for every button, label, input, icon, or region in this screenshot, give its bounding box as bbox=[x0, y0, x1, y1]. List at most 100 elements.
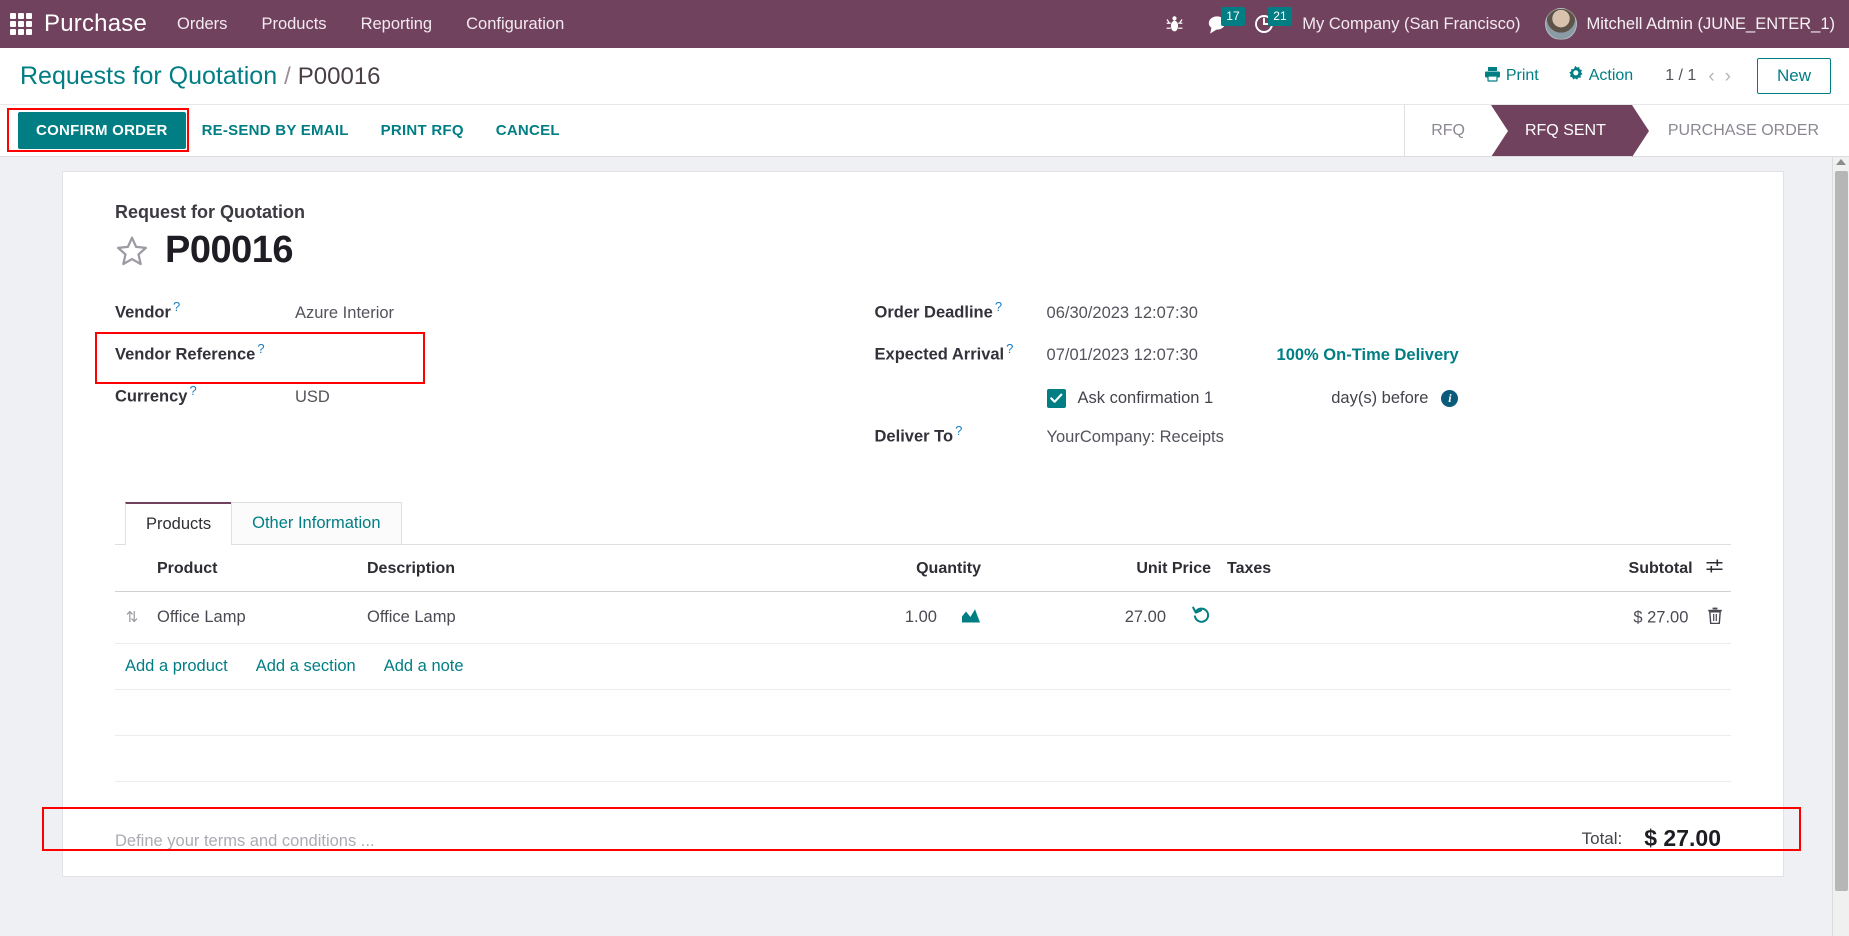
record-title-row: P00016 bbox=[115, 229, 1731, 272]
th-subtotal: Subtotal bbox=[1449, 545, 1731, 592]
chevron-right-icon[interactable]: › bbox=[1725, 67, 1731, 86]
field-vendor-reference-label: Vendor Reference? bbox=[115, 341, 265, 364]
tab-products[interactable]: Products bbox=[125, 502, 233, 545]
totals-block: Total: $ 27.00 bbox=[1341, 808, 1731, 852]
scroll-up-arrow-icon[interactable] bbox=[1836, 159, 1846, 165]
scrollbar-thumb[interactable] bbox=[1835, 171, 1848, 891]
apps-grid-icon[interactable] bbox=[10, 13, 32, 35]
row-drag-handle-cell[interactable]: ⇅ bbox=[115, 591, 149, 644]
menu-item-configuration[interactable]: Configuration bbox=[466, 11, 564, 38]
th-product[interactable]: Product bbox=[149, 545, 359, 592]
th-taxes[interactable]: Taxes bbox=[1219, 545, 1449, 592]
drag-handle-icon[interactable]: ⇅ bbox=[123, 610, 141, 625]
th-description[interactable]: Description bbox=[359, 545, 689, 592]
menu-item-orders[interactable]: Orders bbox=[177, 11, 227, 38]
field-expected-arrival: Expected Arrival? 07/01/2023 12:07:30 10… bbox=[875, 336, 1731, 378]
terms-and-conditions-input[interactable]: Define your terms and conditions ... bbox=[115, 808, 1341, 851]
breadcrumb-parent-link[interactable]: Requests for Quotation bbox=[20, 62, 277, 91]
field-vendor-reference: Vendor Reference? bbox=[115, 336, 875, 378]
order-lines-body: ⇅ Office Lamp Office Lamp 1.00 27.00 $ 2… bbox=[115, 591, 1731, 644]
print-menu-button[interactable]: Print bbox=[1470, 61, 1553, 92]
confirm-order-button[interactable]: CONFIRM ORDER bbox=[18, 112, 186, 149]
days-before-label: day(s) before bbox=[1331, 388, 1429, 407]
vertical-scrollbar[interactable] bbox=[1832, 157, 1849, 936]
action-label: Action bbox=[1588, 67, 1634, 84]
add-a-note-link[interactable]: Add a note bbox=[384, 657, 464, 676]
cell-taxes[interactable] bbox=[1219, 591, 1449, 644]
th-subtotal-label: Subtotal bbox=[1628, 560, 1693, 578]
field-order-deadline-value[interactable]: 06/30/2023 12:07:30 bbox=[1047, 304, 1277, 323]
cell-quantity[interactable]: 1.00 bbox=[689, 591, 989, 644]
footer-area: Define your terms and conditions ... Tot… bbox=[115, 808, 1731, 852]
total-row: Total: $ 27.00 bbox=[1341, 808, 1731, 852]
form-left-column: Vendor? Azure Interior Vendor Reference?… bbox=[95, 294, 875, 460]
th-unit-price[interactable]: Unit Price bbox=[989, 545, 1219, 592]
add-row-links: Add a product Add a section Add a note bbox=[115, 644, 1731, 690]
quantity-value: 1.00 bbox=[904, 608, 937, 626]
spacer-row-2 bbox=[115, 736, 1731, 782]
cancel-button[interactable]: CANCEL bbox=[480, 113, 576, 148]
menu-item-products[interactable]: Products bbox=[261, 11, 326, 38]
messages-button[interactable]: 17 bbox=[1195, 0, 1245, 48]
table-row[interactable]: ⇅ Office Lamp Office Lamp 1.00 27.00 $ 2… bbox=[115, 591, 1731, 644]
re-send-by-email-button[interactable]: RE-SEND BY EMAIL bbox=[186, 113, 365, 148]
on-time-delivery-badge[interactable]: 100% On-Time Delivery bbox=[1277, 346, 1459, 365]
form-sheet: Request for Quotation P00016 Vendor? Azu… bbox=[62, 171, 1784, 877]
field-deliver-to-value[interactable]: YourCompany: Receipts bbox=[1047, 428, 1277, 447]
field-expected-arrival-value[interactable]: 07/01/2023 12:07:30 bbox=[1047, 346, 1277, 365]
record-pager: 1 / 1 ‹ › bbox=[1647, 67, 1745, 86]
menu-item-reporting[interactable]: Reporting bbox=[361, 11, 433, 38]
info-icon[interactable]: i bbox=[1441, 389, 1459, 407]
add-a-product-link[interactable]: Add a product bbox=[125, 657, 228, 676]
cell-description[interactable]: Office Lamp bbox=[359, 591, 689, 644]
field-deliver-to: Deliver To? YourCompany: Receipts bbox=[875, 418, 1731, 460]
forecast-chart-icon[interactable] bbox=[961, 607, 981, 629]
help-icon[interactable]: ? bbox=[955, 423, 962, 438]
tab-other-information[interactable]: Other Information bbox=[231, 502, 402, 544]
chevron-left-icon[interactable]: ‹ bbox=[1708, 67, 1714, 86]
help-icon[interactable]: ? bbox=[995, 299, 1002, 314]
stage-rfq[interactable]: RFQ bbox=[1405, 105, 1491, 156]
print-rfq-button[interactable]: PRINT RFQ bbox=[365, 113, 480, 148]
field-currency-value[interactable]: USD bbox=[295, 388, 330, 407]
new-record-button[interactable]: New bbox=[1756, 58, 1831, 94]
spacer-row-1 bbox=[115, 690, 1731, 736]
stage-rfq-sent[interactable]: RFQ SENT bbox=[1490, 105, 1649, 157]
control-panel-top: Requests for Quotation / P00016 Print Ac… bbox=[0, 48, 1849, 105]
pager-counter: 1 / 1 bbox=[1665, 67, 1697, 84]
top-navbar: Purchase Orders Products Reporting Confi… bbox=[0, 0, 1849, 48]
th-quantity[interactable]: Quantity bbox=[689, 545, 989, 592]
control-panel-statusbar: CONFIRM ORDER RE-SEND BY EMAIL PRINT RFQ… bbox=[0, 105, 1849, 157]
form-view-body: Request for Quotation P00016 Vendor? Azu… bbox=[0, 157, 1849, 936]
help-icon[interactable]: ? bbox=[257, 341, 264, 356]
action-menu-button[interactable]: Action bbox=[1553, 60, 1647, 92]
help-icon[interactable]: ? bbox=[173, 299, 180, 314]
add-a-section-link[interactable]: Add a section bbox=[256, 657, 356, 676]
unit-price-value: 27.00 bbox=[1124, 608, 1166, 626]
ask-confirmation-checkbox[interactable] bbox=[1046, 388, 1066, 408]
pager-arrows: ‹ › bbox=[1708, 67, 1731, 86]
cell-product[interactable]: Office Lamp bbox=[149, 591, 359, 644]
help-icon[interactable]: ? bbox=[1006, 341, 1013, 356]
field-vendor: Vendor? Azure Interior bbox=[115, 294, 875, 336]
price-history-icon[interactable] bbox=[1192, 606, 1211, 629]
help-icon[interactable]: ? bbox=[189, 383, 196, 398]
user-name-label: Mitchell Admin (JUNE_ENTER_1) bbox=[1586, 14, 1835, 33]
trash-icon[interactable] bbox=[1707, 607, 1723, 629]
cell-unit-price[interactable]: 27.00 bbox=[989, 591, 1219, 644]
field-vendor-value[interactable]: Azure Interior bbox=[295, 304, 394, 323]
app-brand-purchase[interactable]: Purchase bbox=[44, 10, 147, 38]
column-options-icon[interactable] bbox=[1706, 559, 1723, 579]
activities-button[interactable]: 21 bbox=[1242, 0, 1292, 48]
activities-count-badge: 21 bbox=[1268, 7, 1292, 26]
field-expected-arrival-label: Expected Arrival? bbox=[874, 341, 1014, 364]
stage-purchase-order[interactable]: PURCHASE ORDER bbox=[1631, 105, 1849, 156]
control-panel-actions: Print Action 1 / 1 ‹ › New bbox=[1470, 58, 1831, 94]
form-columns: Vendor? Azure Interior Vendor Reference?… bbox=[95, 294, 1731, 460]
user-menu[interactable]: Mitchell Admin (JUNE_ENTER_1) bbox=[1535, 8, 1835, 40]
printer-icon bbox=[1484, 66, 1501, 87]
star-outline-icon[interactable] bbox=[115, 234, 149, 268]
company-switcher[interactable]: My Company (San Francisco) bbox=[1288, 15, 1534, 34]
bug-icon[interactable] bbox=[1154, 0, 1195, 48]
order-lines-head: Product Description Quantity Unit Price … bbox=[115, 545, 1731, 592]
